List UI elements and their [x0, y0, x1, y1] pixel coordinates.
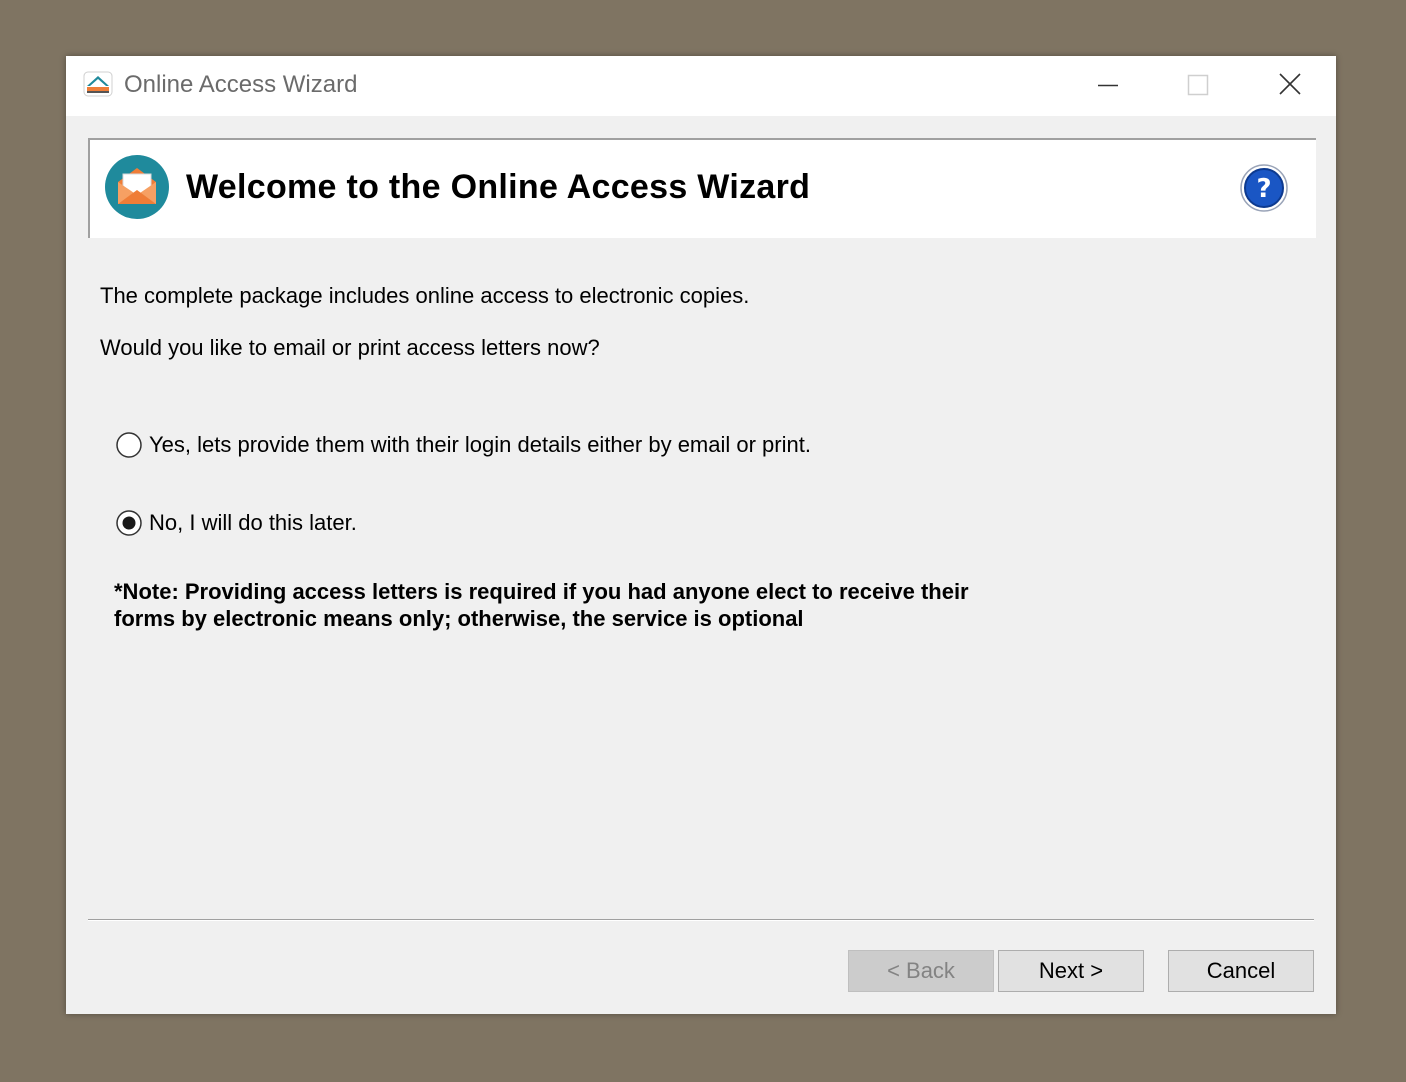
app-logo-icon [82, 68, 114, 100]
back-button: < Back [848, 950, 994, 992]
maximize-icon [1187, 74, 1209, 96]
question-text: Would you like to email or print access … [100, 335, 600, 360]
note-text: *Note: Providing access letters is requi… [114, 579, 969, 631]
radio-label-yes: Yes, lets provide them with their login … [149, 432, 811, 457]
minimize-button[interactable] [1068, 56, 1148, 116]
intro-text: The complete package includes online acc… [100, 283, 750, 308]
cancel-button[interactable]: Cancel [1168, 950, 1314, 992]
close-icon [1279, 73, 1301, 95]
next-button[interactable]: Next > [998, 950, 1144, 992]
maximize-button [1158, 56, 1238, 116]
envelope-icon [104, 154, 170, 220]
svg-text:?: ? [1256, 174, 1271, 204]
wizard-header: Welcome to the Online Access Wizard ? [88, 138, 1316, 238]
radio-selected-icon[interactable] [116, 510, 142, 536]
radio-label-no: No, I will do this later. [149, 510, 357, 535]
radio-option-yes[interactable]: Yes, lets provide them with their login … [116, 429, 811, 461]
radio-option-no[interactable]: No, I will do this later. [116, 507, 357, 539]
help-icon[interactable]: ? [1240, 164, 1288, 212]
minimize-icon [1098, 84, 1118, 87]
wizard-window: Online Access Wizard Welcome to the Onli… [66, 56, 1336, 1014]
window-title: Online Access Wizard [124, 71, 358, 98]
close-button[interactable] [1250, 56, 1330, 116]
footer-separator [88, 919, 1314, 921]
radio-unselected-icon[interactable] [116, 432, 142, 458]
title-bar: Online Access Wizard [66, 56, 1336, 116]
wizard-title: Welcome to the Online Access Wizard [186, 168, 811, 206]
